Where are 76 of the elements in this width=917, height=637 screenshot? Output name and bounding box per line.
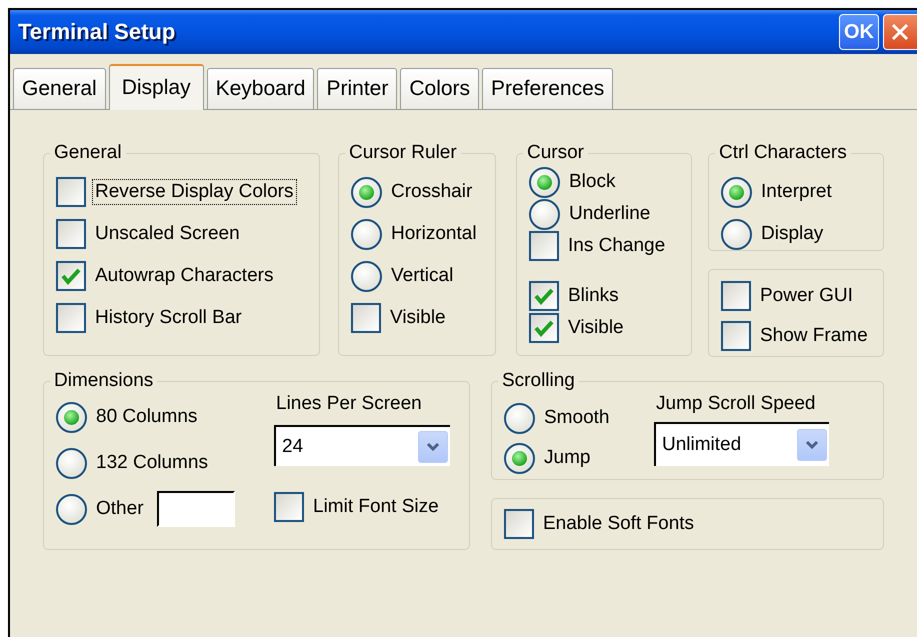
- dropdown[interactable]: Unlimited: [654, 422, 829, 466]
- group-title: Scrolling: [501, 370, 576, 392]
- radio-label: Jump: [543, 446, 592, 470]
- close-button[interactable]: [883, 14, 917, 50]
- checkbox-label: Limit Font Size: [312, 495, 440, 519]
- check-icon: [534, 286, 554, 306]
- check-icon: [61, 266, 81, 286]
- group-title: Cursor Ruler: [348, 142, 458, 164]
- checkbox[interactable]: [56, 303, 86, 333]
- tab[interactable]: Keyboard: [206, 68, 314, 109]
- dropdown-button[interactable]: [418, 430, 448, 462]
- tab[interactable]: Colors: [400, 68, 480, 109]
- group-title: General: [53, 142, 123, 164]
- radio-label: Underline: [568, 202, 652, 226]
- radio-button[interactable]: [504, 442, 535, 474]
- checkbox[interactable]: [504, 509, 534, 539]
- checkbox-label: Power GUI: [759, 284, 854, 308]
- checkbox[interactable]: [56, 219, 86, 249]
- radio-label: Horizontal: [390, 222, 478, 246]
- checkbox-label: Unscaled Screen: [94, 222, 241, 246]
- group-title: Cursor: [526, 142, 586, 164]
- checkbox[interactable]: [721, 321, 751, 351]
- checkbox-label: Visible: [389, 306, 447, 330]
- chevron-down-icon: [805, 440, 819, 450]
- radio-label: Block: [568, 170, 616, 194]
- ok-button[interactable]: OK: [839, 14, 879, 50]
- checkbox-label: Reverse Display Colors: [93, 180, 296, 204]
- tab[interactable]: Printer: [317, 68, 398, 109]
- radio-label: Smooth: [543, 406, 610, 430]
- checkbox-label: Ins Change: [567, 234, 666, 258]
- radio-button[interactable]: [529, 198, 560, 230]
- checkbox[interactable]: [351, 303, 381, 333]
- chevron-down-icon: [426, 442, 440, 452]
- checkbox-label: Visible: [567, 316, 625, 340]
- dropdown-button[interactable]: [797, 429, 827, 461]
- group-title: Ctrl Characters: [718, 142, 848, 164]
- checkbox-label: Enable Soft Fonts: [542, 512, 696, 536]
- radio-label: Crosshair: [390, 180, 474, 204]
- checkbox[interactable]: [56, 177, 86, 207]
- text-field[interactable]: [156, 491, 235, 527]
- radio-label: Display: [760, 222, 824, 246]
- checkbox[interactable]: [56, 261, 86, 291]
- checkbox-label: Blinks: [567, 284, 620, 308]
- radio-button[interactable]: [351, 176, 382, 208]
- tab[interactable]: Display: [108, 64, 204, 110]
- radio-button[interactable]: [529, 166, 560, 198]
- checkbox-label: History Scroll Bar: [94, 306, 243, 330]
- checkbox[interactable]: [529, 231, 559, 261]
- checkbox[interactable]: [529, 281, 559, 311]
- radio-button[interactable]: [56, 448, 87, 478]
- check-icon: [534, 318, 554, 338]
- radio-label: Other: [95, 497, 145, 521]
- group-title: Dimensions: [53, 370, 154, 392]
- radio-button[interactable]: [721, 176, 752, 208]
- radio-label: 80 Columns: [95, 405, 198, 429]
- radio-button[interactable]: [351, 260, 382, 292]
- checkbox[interactable]: [274, 492, 304, 522]
- dropdown[interactable]: 24: [274, 425, 450, 466]
- radio-button[interactable]: [351, 218, 382, 250]
- radio-label: Interpret: [760, 180, 833, 204]
- field-label: Lines Per Screen: [275, 392, 423, 416]
- radio-button[interactable]: [56, 494, 87, 524]
- checkbox-label: Autowrap Characters: [94, 264, 274, 288]
- checkbox[interactable]: [529, 313, 559, 343]
- radio-button[interactable]: [56, 402, 87, 432]
- radio-button[interactable]: [721, 218, 752, 250]
- radio-label: Vertical: [390, 264, 454, 288]
- radio-button[interactable]: [504, 402, 535, 434]
- close-icon: [890, 22, 910, 42]
- field-label: Jump Scroll Speed: [655, 392, 816, 416]
- tab[interactable]: General: [13, 68, 106, 109]
- window-title: Terminal Setup: [18, 19, 176, 45]
- radio-label: 132 Columns: [95, 451, 209, 475]
- tab[interactable]: Preferences: [482, 68, 614, 109]
- checkbox-label: Show Frame: [759, 324, 869, 348]
- checkbox[interactable]: [721, 281, 751, 311]
